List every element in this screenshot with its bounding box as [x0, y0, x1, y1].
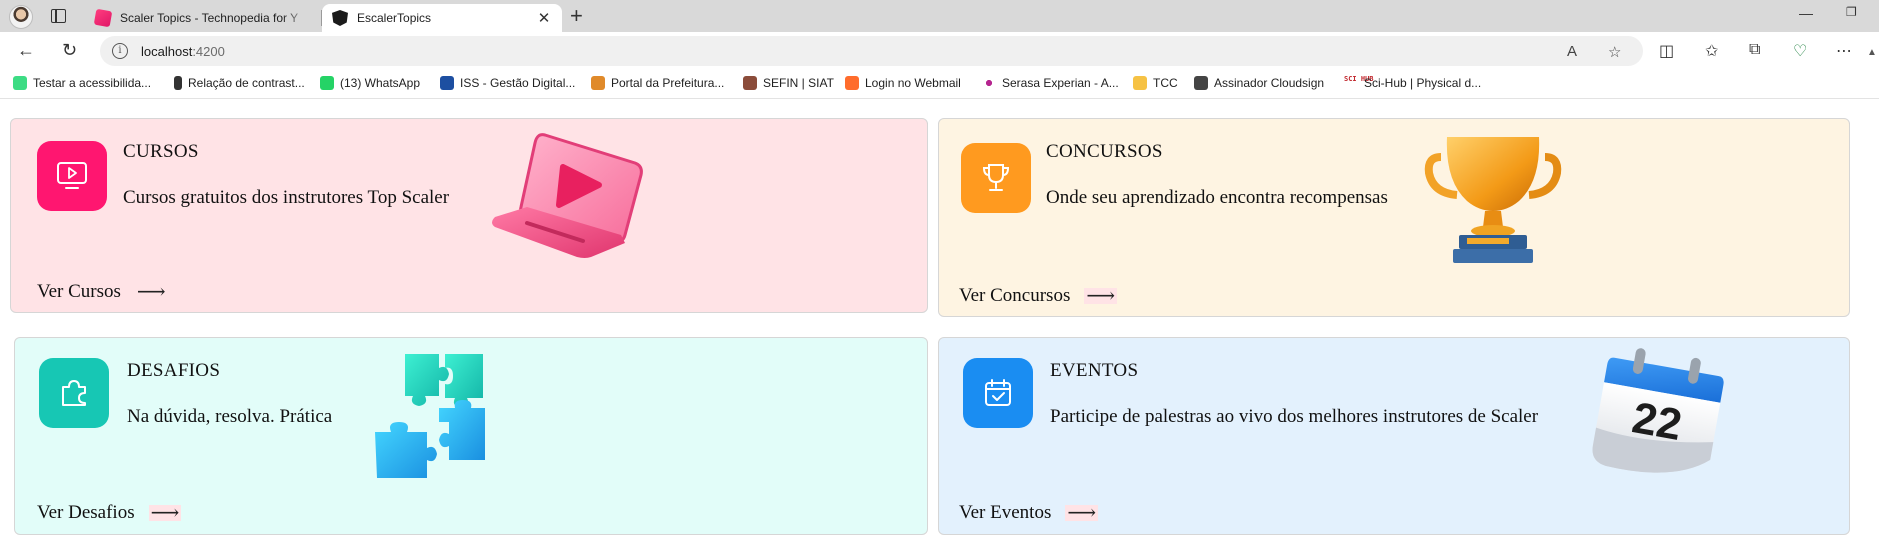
split-screen-icon[interactable]: ◫ [1659, 41, 1674, 61]
bookmark-item[interactable]: Portal da Prefeitura... [591, 76, 724, 90]
favorites-icon[interactable]: ✩ [1705, 41, 1718, 61]
page-content: CURSOS Cursos gratuitos dos instrutores … [0, 100, 1863, 547]
bookmark-label: (13) WhatsApp [340, 76, 421, 90]
card-title: EVENTOS [1050, 360, 1139, 381]
portal-icon [591, 76, 605, 90]
scroll-up-arrow-icon[interactable]: ▲ [1867, 47, 1877, 58]
bookmark-label: Serasa Experian - A... [1002, 76, 1119, 90]
bookmark-item[interactable]: Testar a acessibilida... [13, 76, 151, 90]
bookmark-label: ISS - Gestão Digital... [460, 76, 576, 90]
scaler-icon [93, 8, 113, 28]
link-label: Ver Eventos [959, 502, 1052, 523]
card-eventos: EVENTOS Participe de palestras ao vivo d… [938, 337, 1850, 535]
favorite-star-icon[interactable]: ☆ [1608, 43, 1621, 61]
bookmark-label: Login no Webmail [865, 76, 961, 90]
scrollbar[interactable] [1863, 100, 1879, 547]
ver-concursos-link[interactable]: Ver Concursos ⟶ [959, 285, 1118, 307]
url-text: localhost:4200 [141, 44, 225, 59]
reload-icon[interactable]: ↻ [62, 39, 77, 61]
calendar-day-number: 22 [1629, 393, 1686, 450]
minimize-icon[interactable]: — [1799, 5, 1813, 21]
bookmark-item[interactable]: Assinador Cloudsign [1194, 76, 1324, 90]
card-title: CURSOS [123, 141, 199, 162]
bookmark-item[interactable]: ISS - Gestão Digital... [440, 76, 575, 90]
angular-icon [332, 10, 348, 26]
url-port: :4200 [192, 43, 225, 59]
calendar-illustration: 22 [1592, 348, 1724, 473]
arrow-right-icon: ⟶ [1065, 502, 1099, 524]
card-cursos: CURSOS Cursos gratuitos dos instrutores … [10, 118, 928, 313]
bookmark-label: Portal da Prefeitura... [611, 76, 725, 90]
sefin-icon [743, 76, 757, 90]
ver-eventos-link[interactable]: Ver Eventos ⟶ [959, 502, 1099, 524]
bookmark-item[interactable]: SCI HUB Sci-Hub | Physical d... [1344, 76, 1481, 90]
laptop-illustration [492, 133, 643, 258]
address-bar[interactable]: i localhost:4200 A ☆ [100, 36, 1643, 66]
arrow-right-icon: ⟶ [136, 281, 166, 303]
trophy-icon [961, 143, 1031, 213]
card-description: Na dúvida, resolva. Prática [127, 406, 333, 427]
tab-strip: Scaler Topics - Technopedia for Y Escale… [0, 0, 1879, 32]
more-menu-icon[interactable]: ⋯ [1836, 41, 1852, 61]
tab-scaler-topics[interactable]: Scaler Topics - Technopedia for Y [85, 4, 321, 32]
puzzle-icon [39, 358, 109, 428]
back-icon[interactable]: ← [17, 39, 35, 61]
tab-escalertopics[interactable]: EscalerTopics ✕ [322, 4, 562, 32]
link-label: Ver Desafios [37, 502, 135, 523]
ver-desafios-link[interactable]: Ver Desafios ⟶ [37, 502, 182, 524]
browser-essentials-icon[interactable]: ♡ [1793, 41, 1807, 61]
card-title: DESAFIOS [127, 360, 221, 381]
bookmark-label: SEFIN | SIAT [763, 76, 834, 90]
link-label: Ver Concursos [959, 285, 1071, 306]
link-label: Ver Cursos [37, 281, 121, 302]
bookmark-label: Assinador Cloudsign [1214, 76, 1325, 90]
monitor-play-icon [37, 141, 107, 211]
bookmark-item[interactable]: Login no Webmail [845, 76, 961, 90]
bookmark-item[interactable]: (13) WhatsApp [320, 76, 420, 90]
serasa-icon [982, 76, 996, 90]
trophy-illustration [1424, 137, 1562, 263]
tab-title: EscalerTopics [357, 11, 432, 25]
ver-cursos-link[interactable]: Ver Cursos ⟶ [37, 281, 168, 303]
card-title: CONCURSOS [1046, 141, 1163, 162]
profile-avatar[interactable] [9, 5, 33, 29]
card-description: Onde seu aprendizado encontra recompensa… [1046, 187, 1388, 208]
calendar-icon [963, 358, 1033, 428]
tab-title: Scaler Topics - Technopedia for Y [120, 11, 299, 25]
scihub-icon: SCI HUB [1344, 76, 1374, 90]
bookmark-item[interactable]: Relação de contrast... [174, 76, 305, 90]
read-aloud-icon[interactable]: A [1567, 43, 1577, 60]
book-icon [174, 76, 182, 90]
cpanel-icon [845, 76, 859, 90]
card-description: Participe de palestras ao vivo dos melho… [1050, 406, 1539, 427]
url-host: localhost [141, 43, 193, 59]
folder-icon [1133, 76, 1147, 90]
bookmark-item[interactable]: TCC [1133, 76, 1178, 90]
restore-icon[interactable]: ❐ [1846, 5, 1857, 19]
new-tab-button[interactable]: + [570, 3, 583, 29]
bookmark-label: Testar a acessibilida... [33, 76, 152, 90]
whatsapp-icon [320, 76, 334, 90]
cloudsign-icon [1194, 76, 1208, 90]
card-desafios: DESAFIOS Na dúvida, resolva. Prática Ver… [14, 337, 928, 535]
bookmark-label: Relação de contrast... [188, 76, 305, 90]
iss-icon [440, 76, 454, 90]
android-icon [13, 76, 27, 90]
bookmark-label: Sci-Hub | Physical d... [1364, 76, 1482, 90]
tab-actions-icon[interactable] [51, 9, 66, 23]
bookmark-label: TCC [1153, 76, 1178, 90]
puzzle-illustration [375, 354, 485, 478]
close-tab-icon[interactable]: ✕ [536, 9, 552, 27]
arrow-right-icon: ⟶ [148, 502, 182, 524]
card-description: Cursos gratuitos dos instrutores Top Sca… [123, 187, 450, 208]
bookmark-item[interactable]: SEFIN | SIAT [743, 76, 834, 90]
card-concursos: CONCURSOS Onde seu aprendizado encontra … [938, 118, 1850, 317]
site-info-icon[interactable]: i [112, 43, 128, 59]
arrow-right-icon: ⟶ [1084, 285, 1118, 307]
collections-icon[interactable]: ⧉ [1749, 41, 1760, 59]
browser-toolbar: ← ↻ i localhost:4200 A ☆ ◫ ✩ ⧉ ♡ ⋯ [0, 32, 1879, 70]
bookmarks-bar: Testar a acessibilida... Relação de cont… [0, 71, 1879, 99]
bookmark-item[interactable]: Serasa Experian - A... [982, 76, 1119, 90]
